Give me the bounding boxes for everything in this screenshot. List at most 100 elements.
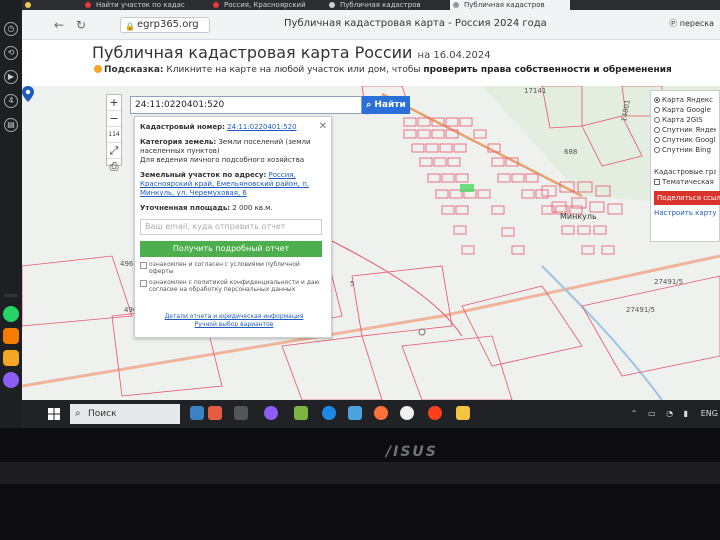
cadastral-borders-toggle[interactable]: Кадастровые границы (654, 167, 716, 177)
label-5: 5 (350, 280, 354, 288)
search-icon: ⌕ (366, 100, 372, 110)
taskbar-search-input[interactable]: ⌕ Поиск (70, 404, 180, 424)
category-label: Категория земель: (140, 138, 217, 146)
lock-icon: 🔒 (125, 22, 135, 31)
layer-2gis-map[interactable]: Карта 2GIS (654, 115, 716, 125)
url-text: egrp365.org (137, 19, 199, 30)
label-688: 688 (564, 148, 577, 156)
area-value: 2 000 кв.м. (232, 204, 273, 212)
hint-text: Кликните на карте на любой участок или д… (166, 65, 421, 75)
tab-label: Публичная кадастров (464, 1, 545, 9)
mail-icon[interactable] (348, 406, 362, 420)
layer-label: Карта Яндекс (662, 96, 713, 104)
radio-icon (654, 137, 660, 143)
hint-line: Подсказка: Кликните на карте на любой уч… (94, 65, 672, 75)
parcel-info-popup: ✕ Кадастровый номер: 24:11:0220401:520 К… (134, 116, 332, 338)
email-field[interactable]: Ваш email, куда отправить отчет (140, 219, 322, 235)
file-explorer-icon[interactable] (456, 406, 470, 420)
history-icon[interactable]: ⟲ (4, 46, 18, 60)
edge-icon[interactable] (322, 406, 336, 420)
taskbar-search-placeholder: Поиск (88, 409, 117, 419)
back-icon[interactable]: ← (54, 18, 64, 32)
print-icon[interactable]: ⎙ (107, 159, 121, 175)
windows-start-icon[interactable] (48, 408, 60, 420)
usage-value: Для ведения личного подсобного хозяйства (140, 156, 305, 164)
tab-1[interactable]: Найти участок по кадас (82, 0, 194, 10)
mail-icon[interactable] (3, 350, 19, 366)
firefox-icon[interactable] (374, 406, 388, 420)
address-bar: ← ↻ 🔒 egrp365.org Публичная кадастровая к… (22, 10, 720, 40)
manual-select-link[interactable]: Ручной выбор вариантов (135, 321, 333, 329)
badge-icon[interactable]: 4 (4, 94, 18, 108)
notes-icon[interactable]: ▤ (4, 118, 18, 132)
tab-4[interactable]: Публичная кадастров (450, 0, 570, 10)
task-view-icon[interactable] (234, 406, 248, 420)
title-text: Публичная кадастровая карта России (92, 43, 413, 62)
photo-frame: ◷ ⟲ ▶ 4 ▤ Найти участок по кадас Россия,… (0, 0, 720, 540)
tab-favicon-icon (329, 2, 335, 8)
layer-bing-satellite[interactable]: Спутник Bing (654, 145, 716, 155)
checkbox-icon (654, 179, 660, 185)
offer-checkbox[interactable]: ознакомлен и согласен с условиями публич… (140, 261, 326, 275)
tab-3[interactable]: Публичная кадастров (326, 0, 446, 10)
clock-icon[interactable]: ◷ (4, 22, 18, 36)
cadastral-link[interactable]: 24:11:0220401:520 (227, 123, 296, 131)
yandex-icon[interactable] (428, 406, 442, 420)
category-row: Категория земель: Земли поселений (земли… (140, 138, 326, 165)
map-settings-link[interactable]: Настроить карту (654, 209, 716, 217)
yandex-browser-icon[interactable] (400, 406, 414, 420)
zoom-control: + − 114 ⤢ ⎙ (106, 94, 122, 173)
selected-parcel (460, 184, 474, 192)
layer-label: Спутник Яндекс (662, 126, 716, 134)
store-icon[interactable] (294, 406, 308, 420)
system-tray[interactable]: ⌃ ▭ ◔ ▮ (631, 409, 692, 418)
ok-icon[interactable] (3, 328, 19, 344)
tab-0[interactable] (22, 0, 72, 10)
hint-link[interactable]: проверить права собственности и обремене… (423, 65, 671, 75)
layer-google-map[interactable]: Карта Google (654, 105, 716, 115)
layer-yandex-map[interactable]: Карта Яндекс (654, 95, 716, 105)
whatsapp-icon[interactable] (3, 306, 19, 322)
layer-label: Карта Google (662, 106, 711, 114)
radio-icon (654, 127, 660, 133)
laptop-brand-logo: /ISUS (386, 444, 438, 460)
cadastral-map[interactable]: 17141 688 14801 496 496 27491/5 27491/5 … (22, 86, 720, 400)
thematic-map-toggle[interactable]: Тематическая карта (654, 177, 716, 187)
get-report-button[interactable]: Получить подробный отчет (140, 241, 322, 257)
url-field[interactable]: 🔒 egrp365.org (120, 17, 210, 33)
label-496a: 496 (120, 260, 134, 268)
close-icon[interactable]: ✕ (319, 121, 327, 132)
hint-label: Подсказка: (104, 65, 164, 75)
alice-icon[interactable] (3, 372, 19, 388)
fullscreen-icon[interactable]: ⤢ (107, 143, 121, 159)
search-button[interactable]: ⌕ Найти (362, 96, 410, 114)
zoom-in-button[interactable]: + (107, 95, 121, 111)
address-label: Земельный участок по адресу: (140, 171, 267, 179)
reload-icon[interactable]: ↻ (76, 18, 86, 32)
menu-icon[interactable] (4, 294, 18, 297)
language-indicator[interactable]: ENG (701, 409, 718, 418)
share-link-button[interactable]: Поделиться ссылкой (654, 191, 720, 205)
map-pin-icon[interactable] (22, 86, 34, 102)
radio-icon (654, 97, 660, 103)
translate-button[interactable]: Ⓟ переска (669, 18, 714, 29)
weather-widget-icon[interactable] (190, 406, 204, 420)
layer-label: Карта 2GIS (662, 116, 703, 124)
layer-yandex-satellite[interactable]: Спутник Яндекс (654, 125, 716, 135)
layer-label: Спутник Google (662, 136, 716, 144)
popup-footer: Детали отчета и юридическая информация Р… (135, 313, 333, 329)
report-details-link[interactable]: Детали отчета и юридическая информация (135, 313, 333, 321)
pinned-app-icon[interactable] (208, 406, 222, 420)
zoom-out-button[interactable]: − (107, 111, 121, 127)
alice-icon[interactable] (264, 406, 278, 420)
tab-favicon-icon (453, 2, 459, 8)
tab-2[interactable]: Россия, Красноярский (210, 0, 322, 10)
cadastral-search-input[interactable]: 24:11:0220401:520 (130, 96, 362, 114)
privacy-checkbox[interactable]: ознакомлен с политикой конфиденциальност… (140, 279, 326, 293)
radio-icon (654, 147, 660, 153)
layer-google-satellite[interactable]: Спутник Google (654, 135, 716, 145)
tab-label: Россия, Красноярский (224, 1, 306, 9)
label-27491: 27491/5 (654, 278, 683, 286)
play-icon[interactable]: ▶ (4, 70, 18, 84)
window-title: Публичная кадастровая карта - Россия 202… (284, 18, 547, 29)
